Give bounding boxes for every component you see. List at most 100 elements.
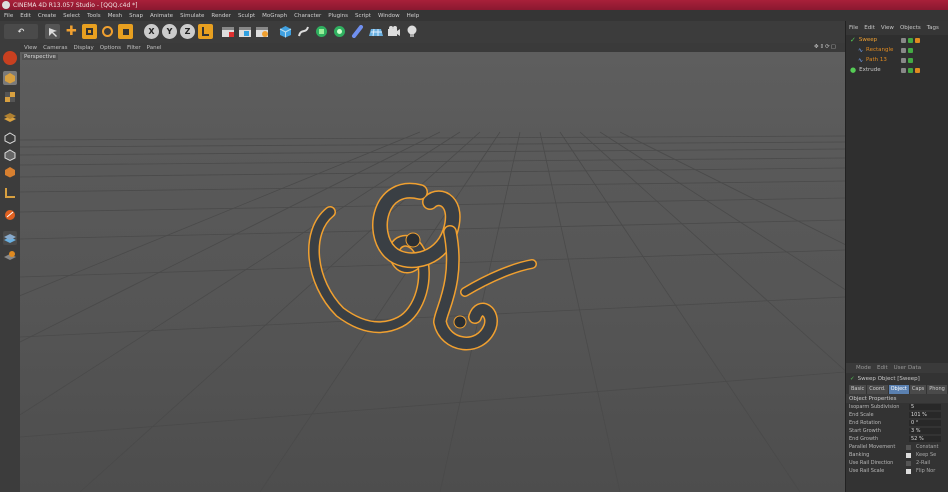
main-toolbar: ↶ ✚ X Y Z bbox=[0, 21, 845, 43]
camera-icon[interactable] bbox=[386, 24, 401, 39]
camera-label[interactable]: Perspective bbox=[22, 54, 58, 60]
tab-caps[interactable]: Caps bbox=[909, 385, 927, 394]
start-growth-input[interactable]: 3 % bbox=[909, 428, 941, 434]
menu-animate[interactable]: Animate bbox=[150, 13, 173, 19]
subdivision-icon[interactable] bbox=[314, 24, 329, 39]
am-menu-edit[interactable]: Edit bbox=[877, 365, 888, 371]
flip-normals-option[interactable]: Flip Nor bbox=[916, 468, 935, 474]
tab-coord[interactable]: Coord. bbox=[867, 385, 888, 394]
live-selection-icon[interactable] bbox=[45, 24, 60, 39]
menu-file[interactable]: File bbox=[4, 13, 13, 19]
cube-icon[interactable] bbox=[278, 24, 293, 39]
tab-basic[interactable]: Basic bbox=[849, 385, 867, 394]
z-axis-icon[interactable]: Z bbox=[180, 24, 195, 39]
menu-select[interactable]: Select bbox=[63, 13, 80, 19]
floor-icon[interactable] bbox=[368, 24, 383, 39]
axis-mode-icon[interactable] bbox=[3, 186, 17, 200]
object-row-sweep[interactable]: ✓ Sweep bbox=[846, 35, 948, 45]
om-menu-tags[interactable]: Tags bbox=[927, 25, 939, 31]
om-menu-file[interactable]: File bbox=[849, 25, 858, 31]
om-menu-view[interactable]: View bbox=[881, 25, 894, 31]
rotate-icon[interactable] bbox=[100, 24, 115, 39]
field-use-rail-scale: Use Rail Scale Flip Nor bbox=[849, 468, 936, 474]
main-menubar: File Edit Create Select Tools Mesh Snap … bbox=[0, 10, 948, 21]
points-mode-icon[interactable] bbox=[3, 131, 17, 145]
am-menu-user-data[interactable]: User Data bbox=[894, 365, 921, 371]
menu-snap[interactable]: Snap bbox=[129, 13, 143, 19]
menu-tools[interactable]: Tools bbox=[87, 13, 101, 19]
menu-simulate[interactable]: Simulate bbox=[180, 13, 204, 19]
extrude-icon: ● bbox=[850, 66, 857, 74]
menu-script[interactable]: Script bbox=[355, 13, 371, 19]
make-editable-icon[interactable] bbox=[3, 51, 17, 65]
viewport-menu-display[interactable]: Display bbox=[74, 45, 94, 51]
object-row-extrude[interactable]: ● Extrude bbox=[846, 65, 948, 75]
move-icon[interactable]: ✚ bbox=[64, 24, 79, 39]
am-menu-mode[interactable]: Mode bbox=[856, 365, 871, 371]
keep-segments-option[interactable]: Keep Se bbox=[916, 452, 936, 458]
menu-sculpt[interactable]: Sculpt bbox=[238, 13, 255, 19]
menu-render[interactable]: Render bbox=[211, 13, 231, 19]
snap-icon[interactable] bbox=[3, 231, 17, 245]
x-axis-icon[interactable]: X bbox=[144, 24, 159, 39]
render-picture-viewer-icon[interactable] bbox=[237, 24, 252, 39]
menu-create[interactable]: Create bbox=[38, 13, 56, 19]
sweep-object bbox=[308, 182, 537, 351]
2-rail-option[interactable]: 2-Rail bbox=[916, 460, 930, 466]
viewport-menu-cameras[interactable]: Cameras bbox=[43, 45, 67, 51]
model-mode-icon[interactable] bbox=[3, 71, 17, 85]
y-axis-icon[interactable]: Y bbox=[162, 24, 177, 39]
field-end-scale: End Scale 101 % bbox=[846, 411, 948, 419]
object-tags bbox=[901, 47, 913, 53]
use-rail-direction-checkbox[interactable] bbox=[906, 460, 911, 466]
menu-mesh[interactable]: Mesh bbox=[108, 13, 122, 19]
menu-window[interactable]: Window bbox=[378, 13, 400, 19]
tab-phong[interactable]: Phong bbox=[927, 385, 947, 394]
object-tags bbox=[901, 57, 913, 63]
viewport-menu-panel[interactable]: Panel bbox=[147, 45, 162, 51]
object-row-rectangle[interactable]: ∿ Rectangle bbox=[846, 45, 948, 55]
light-icon[interactable] bbox=[404, 24, 419, 39]
undo-icon[interactable]: ↶ bbox=[4, 24, 38, 39]
field-isoparm-subdivision: Isoparm Subdivision 5 bbox=[846, 403, 948, 411]
viewport-navigation-icons[interactable]: ✥⇕⟳▢ bbox=[814, 44, 837, 50]
end-rotation-input[interactable]: 0 ° bbox=[909, 420, 941, 426]
workplane-icon[interactable] bbox=[3, 109, 17, 123]
viewport-menu-options[interactable]: Options bbox=[100, 45, 121, 51]
pen-icon[interactable] bbox=[296, 24, 311, 39]
constant-option[interactable]: Constant bbox=[916, 444, 938, 450]
edit-render-settings-icon[interactable] bbox=[254, 24, 269, 39]
3d-viewport[interactable]: Perspective bbox=[20, 52, 845, 492]
polygons-mode-icon[interactable] bbox=[3, 165, 17, 179]
viewport-menu-filter[interactable]: Filter bbox=[127, 45, 141, 51]
edges-mode-icon[interactable] bbox=[3, 148, 17, 162]
tab-object[interactable]: Object bbox=[888, 385, 909, 394]
viewport-menu-view[interactable]: View bbox=[24, 45, 37, 51]
recent-tool-icon[interactable] bbox=[118, 24, 133, 39]
render-view-icon[interactable] bbox=[220, 24, 235, 39]
menu-help[interactable]: Help bbox=[407, 13, 420, 19]
end-growth-input[interactable]: 52 % bbox=[909, 436, 941, 442]
menu-mograph[interactable]: MoGraph bbox=[262, 13, 287, 19]
window-title: CINEMA 4D R13.057 Studio - [QQQ.c4d *] bbox=[13, 1, 138, 9]
array-icon[interactable] bbox=[332, 24, 347, 39]
parallel-movement-checkbox[interactable] bbox=[906, 444, 911, 450]
world-coordinates-icon[interactable] bbox=[198, 24, 213, 39]
om-menu-edit[interactable]: Edit bbox=[864, 25, 875, 31]
tweak-mode-icon[interactable] bbox=[3, 208, 17, 222]
end-scale-input[interactable]: 101 % bbox=[909, 412, 941, 418]
banking-checkbox[interactable] bbox=[906, 452, 911, 458]
scale-icon[interactable] bbox=[82, 24, 97, 39]
menu-edit[interactable]: Edit bbox=[20, 13, 31, 19]
menu-character[interactable]: Character bbox=[294, 13, 321, 19]
attribute-manager-menubar: Mode Edit User Data bbox=[846, 363, 948, 373]
object-row-path[interactable]: ∿ Path 13 bbox=[846, 55, 948, 65]
use-rail-scale-checkbox[interactable] bbox=[906, 468, 911, 474]
deformer-icon[interactable] bbox=[350, 24, 365, 39]
sweep-icon: ✓ bbox=[850, 36, 856, 44]
menu-plugins[interactable]: Plugins bbox=[328, 13, 348, 19]
texture-mode-icon[interactable] bbox=[3, 90, 17, 104]
workplane-grid-icon[interactable] bbox=[3, 248, 17, 262]
isoparm-subdivision-input[interactable]: 5 bbox=[909, 404, 941, 410]
om-menu-objects[interactable]: Objects bbox=[900, 25, 921, 31]
